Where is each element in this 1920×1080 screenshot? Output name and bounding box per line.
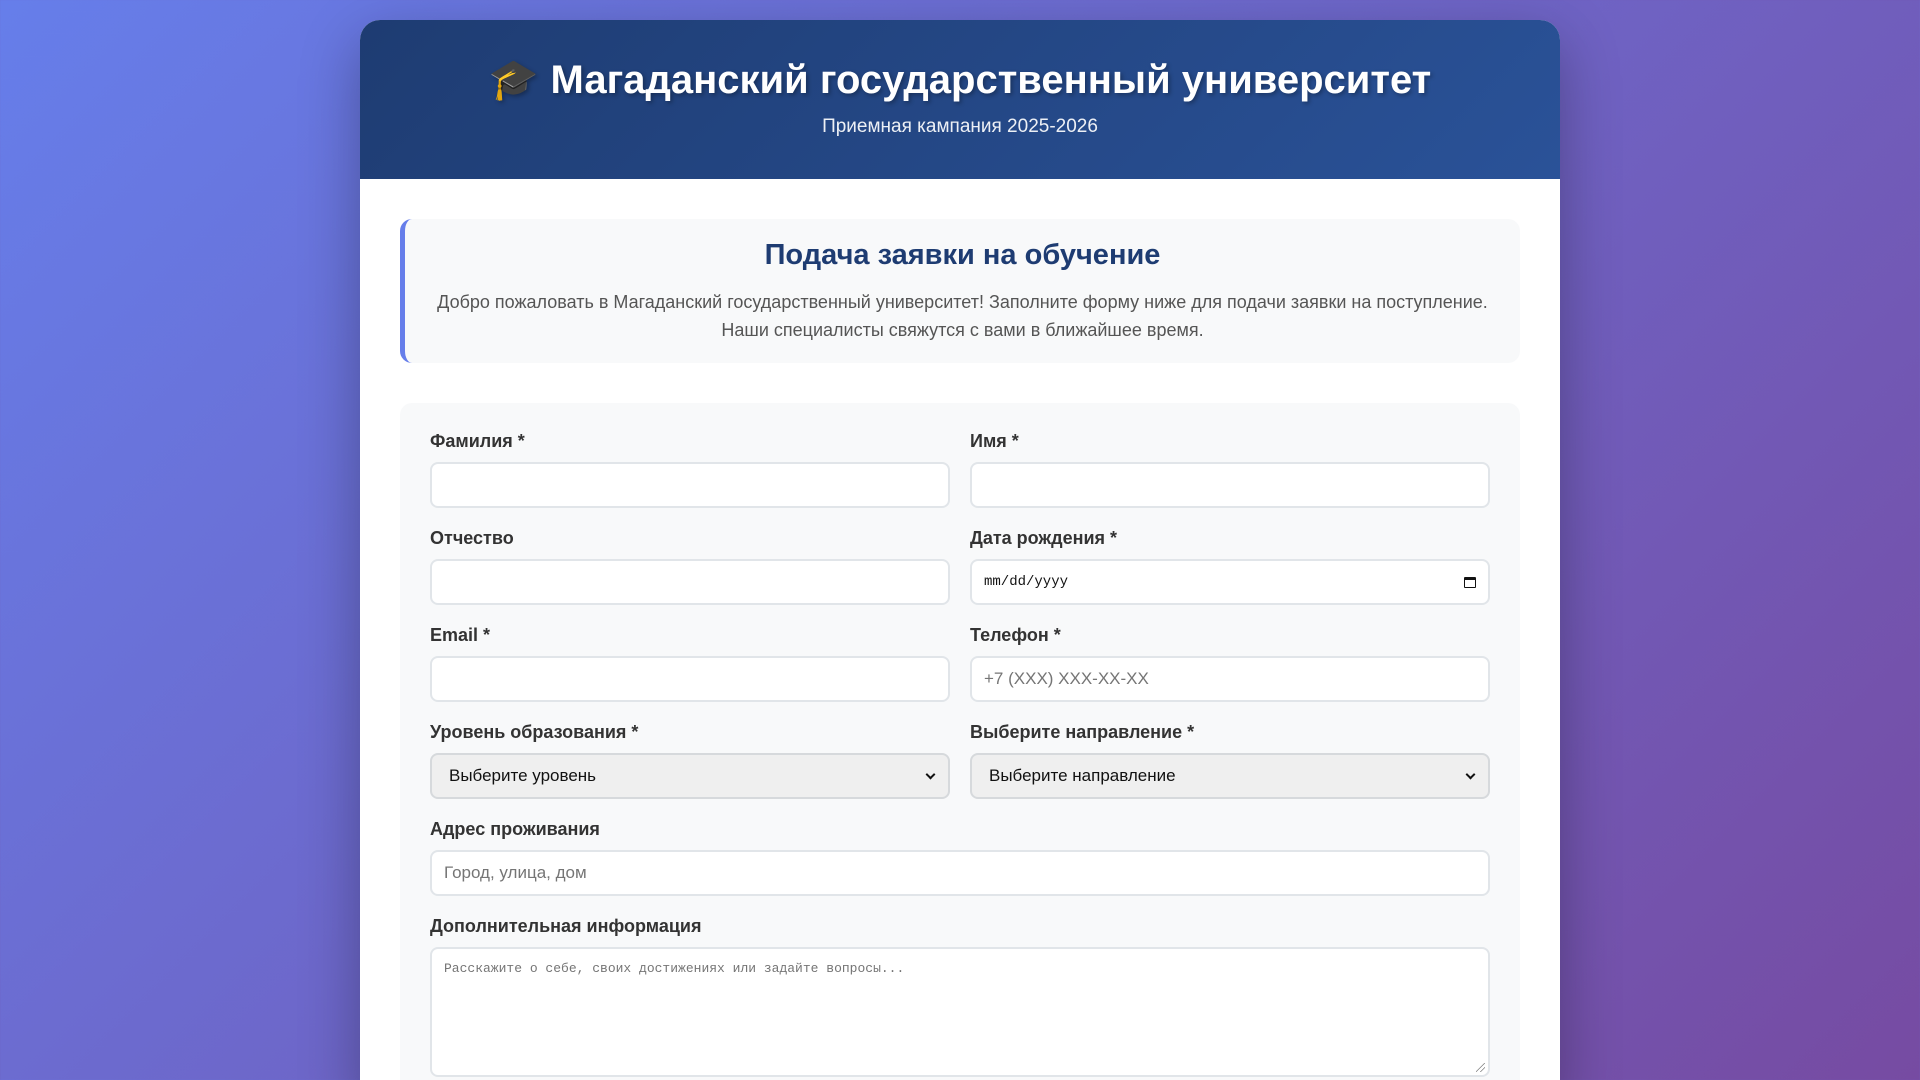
- last-name-label: Фамилия *: [430, 431, 525, 451]
- address-group: Адрес проживания Город, улица, дом: [430, 819, 1490, 896]
- last-name-group: Фамилия *: [430, 431, 950, 508]
- email-group: Email *: [430, 625, 950, 702]
- application-container: 🎓 Магаданский государственный университе…: [360, 20, 1560, 1080]
- email-input[interactable]: [430, 656, 950, 702]
- patronymic-label: Отчество: [430, 528, 514, 548]
- education-level-selected: Выберите уровень: [449, 766, 597, 785]
- birth-date-placeholder: mm/dd/yyyy: [984, 574, 1069, 590]
- page-content: Подача заявки на обучение Добро пожалова…: [360, 179, 1560, 1080]
- additional-info-group: Дополнительная информация Расскажите о с…: [430, 916, 1490, 1077]
- address-input[interactable]: Город, улица, дом: [430, 850, 1490, 896]
- direction-select[interactable]: Выберите направление: [970, 753, 1490, 799]
- resize-handle-icon[interactable]: [1476, 1063, 1485, 1072]
- education-level-group: Уровень образования * Выберите уровень: [430, 722, 950, 799]
- direction-label: Выберите направление *: [970, 722, 1195, 742]
- phone-group: Телефон * +7 (XXX) XXX-XX-XX: [970, 625, 1490, 702]
- first-name-label: Имя *: [970, 431, 1019, 451]
- page-title: 🎓 Магаданский государственный университе…: [360, 60, 1560, 100]
- form-row: Отчество Дата рождения * mm/dd/yyyy: [430, 528, 1490, 625]
- education-level-select[interactable]: Выберите уровень: [430, 753, 950, 799]
- chevron-down-icon: [925, 769, 936, 779]
- direction-group: Выберите направление * Выберите направле…: [970, 722, 1490, 799]
- calendar-icon[interactable]: [1464, 576, 1476, 588]
- form-row: Email * Телефон * +7 (XXX) XXX-XX-XX: [430, 625, 1490, 722]
- birth-date-label: Дата рождения *: [970, 528, 1118, 548]
- additional-info-placeholder: Расскажите о себе, своих достижениях или…: [444, 961, 905, 976]
- phone-input[interactable]: +7 (XXX) XXX-XX-XX: [970, 656, 1490, 702]
- email-label: Email *: [430, 625, 491, 645]
- university-name: Магаданский государственный университет: [550, 58, 1432, 102]
- additional-info-label: Дополнительная информация: [430, 916, 702, 936]
- welcome-title: Подача заявки на обучение: [764, 239, 1161, 271]
- welcome-text: Добро пожаловать в Магаданский государст…: [435, 288, 1490, 344]
- phone-label: Телефон *: [970, 625, 1061, 645]
- welcome-box: Подача заявки на обучение Добро пожалова…: [400, 219, 1520, 363]
- patronymic-input[interactable]: [430, 559, 950, 605]
- welcome-text-line2: Наши специалисты свяжутся с вами в ближа…: [721, 320, 1204, 340]
- page-header: 🎓 Магаданский государственный университе…: [360, 20, 1560, 179]
- patronymic-group: Отчество: [430, 528, 950, 605]
- welcome-text-line1: Добро пожаловать в Магаданский государст…: [437, 292, 1488, 312]
- education-level-label: Уровень образования *: [430, 722, 639, 742]
- application-form: Фамилия * Имя * Отчество Дата рождения *…: [400, 403, 1520, 1080]
- last-name-input[interactable]: [430, 462, 950, 508]
- form-row: Уровень образования * Выберите уровень В…: [430, 722, 1490, 819]
- birth-date-group: Дата рождения * mm/dd/yyyy: [970, 528, 1490, 605]
- address-placeholder: Город, улица, дом: [444, 863, 587, 882]
- first-name-input[interactable]: [970, 462, 1490, 508]
- phone-placeholder: +7 (XXX) XXX-XX-XX: [984, 669, 1149, 688]
- direction-selected: Выберите направление: [989, 766, 1176, 785]
- graduation-cap-icon: 🎓: [488, 58, 539, 102]
- chevron-down-icon: [1465, 769, 1476, 779]
- birth-date-input[interactable]: mm/dd/yyyy: [970, 559, 1490, 605]
- additional-info-textarea[interactable]: Расскажите о себе, своих достижениях или…: [430, 947, 1490, 1077]
- form-row: Фамилия * Имя *: [430, 431, 1490, 528]
- campaign-subtitle: Приемная кампания 2025-2026: [822, 116, 1098, 137]
- address-label: Адрес проживания: [430, 819, 600, 839]
- first-name-group: Имя *: [970, 431, 1490, 508]
